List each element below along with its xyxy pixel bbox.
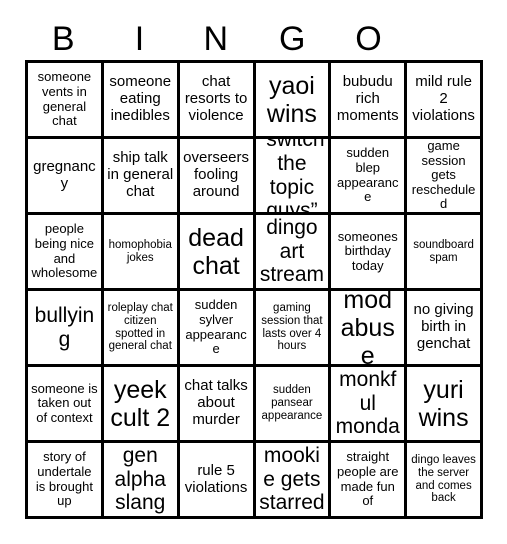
- bingo-cell-r2-c1[interactable]: gregnancy: [28, 139, 104, 215]
- bingo-cell-r6-c2[interactable]: gen alpha slang: [103, 443, 180, 519]
- bingo-cell-label: mild rule 2 violations: [412, 73, 475, 124]
- bingo-cell-label: mod abuse: [340, 291, 395, 367]
- bingo-cell-label: sudden pansear appearance: [261, 384, 323, 422]
- bingo-cell-label: it’s monkful monday: [335, 367, 400, 440]
- bingo-cell-r1-c2[interactable]: someone eating inedibles: [103, 63, 180, 139]
- bingo-cell-r4-c5[interactable]: mod abuse: [331, 291, 408, 367]
- bingo-cell-r1-c3[interactable]: chat resorts to violence: [179, 63, 256, 139]
- bingo-cell-r3-c5[interactable]: someones birthday today: [331, 215, 408, 291]
- bingo-cell-r6-c6[interactable]: dingo leaves the server and comes back: [407, 443, 483, 519]
- bingo-card: B I N G O someone vents in general chat s…: [0, 0, 507, 544]
- bingo-cell-r1-c6[interactable]: mild rule 2 violations: [407, 63, 483, 139]
- bingo-cell-r5-c1[interactable]: someone is taken out of context: [28, 367, 104, 443]
- bingo-cell-r1-c4[interactable]: yaoi wins: [255, 63, 332, 139]
- bingo-cell-r6-c5[interactable]: straight people are made fun of: [331, 443, 408, 519]
- bingo-cell-r3-c3[interactable]: dead chat: [179, 215, 256, 291]
- bingo-cell-r6-c1[interactable]: story of undertale is brought up: [28, 443, 104, 519]
- bingo-cell-r4-c3[interactable]: sudden sylver appearance: [179, 291, 256, 367]
- bingo-cell-r5-c6[interactable]: yuri wins: [407, 367, 483, 443]
- bingo-cell-label: straight people are made fun of: [337, 449, 399, 509]
- bingo-cell-label: bubudu rich moments: [336, 73, 399, 124]
- bingo-cell-label: someones birthday today: [337, 228, 398, 273]
- bingo-cell-r4-c2[interactable]: roleplay chat citizen spotted in general…: [103, 291, 180, 367]
- bingo-cell-r5-c5[interactable]: it’s monkful monday: [331, 367, 408, 443]
- bingo-cell-r2-c5[interactable]: sudden blep appearance: [331, 139, 408, 215]
- header-letter-b: B: [51, 20, 75, 58]
- bingo-cell-r2-c3[interactable]: overseers fooling around: [179, 139, 256, 215]
- bingo-cell-label: dingo art stream: [259, 216, 324, 287]
- bingo-cell-label: dingo leaves the server and comes back: [411, 453, 476, 505]
- bingo-cell-r4-c4[interactable]: gaming session that lasts over 4 hours: [255, 291, 332, 367]
- bingo-cell-r6-c3[interactable]: rule 5 violations: [179, 443, 256, 519]
- bingo-cell-label: gen alpha slang: [114, 444, 166, 515]
- bingo-cell-label: game session gets rescheduled: [411, 139, 476, 212]
- bingo-cell-label: sudden blep appearance: [337, 145, 399, 205]
- bingo-cell-label: ship talk in general chat: [107, 149, 174, 200]
- bingo-cell-label: yeek cult 2: [110, 375, 171, 432]
- bingo-cell-r3-c4[interactable]: dingo art stream: [255, 215, 332, 291]
- bingo-cell-label: story of undertale is brought up: [35, 449, 93, 509]
- bingo-cell-r2-c2[interactable]: ship talk in general chat: [103, 139, 180, 215]
- header-letter-i: I: [134, 20, 145, 58]
- bingo-cell-r1-c5[interactable]: bubudu rich moments: [331, 63, 408, 139]
- bingo-cell-r4-c1[interactable]: bullying: [28, 291, 104, 367]
- bingo-cell-label: sudden sylver appearance: [185, 297, 247, 357]
- bingo-cell-r1-c1[interactable]: someone vents in general chat: [28, 63, 104, 139]
- bingo-cell-r6-c4[interactable]: mookie gets starred: [255, 443, 332, 519]
- bingo-cell-label: overseers fooling around: [183, 149, 249, 200]
- bingo-cell-r3-c1[interactable]: people being nice and wholesome: [28, 215, 104, 291]
- bingo-cell-label: chat talks about murder: [184, 377, 248, 428]
- bingo-cell-label: gregnancy: [33, 157, 96, 192]
- bingo-cell-label: someone is taken out of context: [31, 380, 98, 425]
- bingo-cell-label: soundboard spam: [413, 238, 474, 264]
- header-letter-g: G: [278, 20, 306, 58]
- bingo-cell-r4-c6[interactable]: no giving birth in genchat: [407, 291, 483, 367]
- bingo-cell-label: rule 5 violations: [184, 461, 248, 496]
- header-letter-n: N: [203, 20, 229, 58]
- bingo-cell-r5-c3[interactable]: chat talks about murder: [179, 367, 256, 443]
- bingo-cell-label: yuri wins: [418, 375, 469, 432]
- bingo-cell-label: people being nice and wholesome: [31, 221, 98, 281]
- bingo-cell-r5-c2[interactable]: yeek cult 2: [103, 367, 180, 443]
- bingo-cell-label: homophobia jokes: [108, 238, 172, 264]
- bingo-cell-label: yaoi wins: [266, 71, 317, 128]
- bingo-cell-r2-c6[interactable]: game session gets rescheduled: [407, 139, 483, 215]
- bingo-cell-r3-c6[interactable]: soundboard spam: [407, 215, 483, 291]
- bingo-cell-label: mookie gets starred: [259, 444, 325, 515]
- bingo-cell-r3-c2[interactable]: homophobia jokes: [103, 215, 180, 291]
- bingo-cell-r2-c4[interactable]: “switch the topic guys”: [255, 139, 332, 215]
- bingo-cell-label: bullying: [34, 303, 95, 351]
- header-letter-o: O: [355, 20, 382, 58]
- bingo-cell-label: chat resorts to violence: [184, 73, 248, 124]
- bingo-cell-label: gaming session that lasts over 4 hours: [261, 301, 323, 353]
- bingo-cell-label: dead chat: [188, 223, 244, 280]
- bingo-grid: someone vents in general chat someone eat…: [25, 60, 483, 519]
- bingo-cell-label: no giving birth in genchat: [413, 301, 474, 352]
- bingo-cell-r5-c4[interactable]: sudden pansear appearance: [255, 367, 332, 443]
- bingo-cell-label: someone vents in general chat: [37, 69, 92, 129]
- bingo-cell-label: someone eating inedibles: [109, 73, 172, 124]
- bingo-cell-label: roleplay chat citizen spotted in general…: [107, 301, 173, 353]
- bingo-cell-label: “switch the topic guys”: [259, 139, 325, 215]
- bingo-header-row: B I N G O: [25, 18, 483, 60]
